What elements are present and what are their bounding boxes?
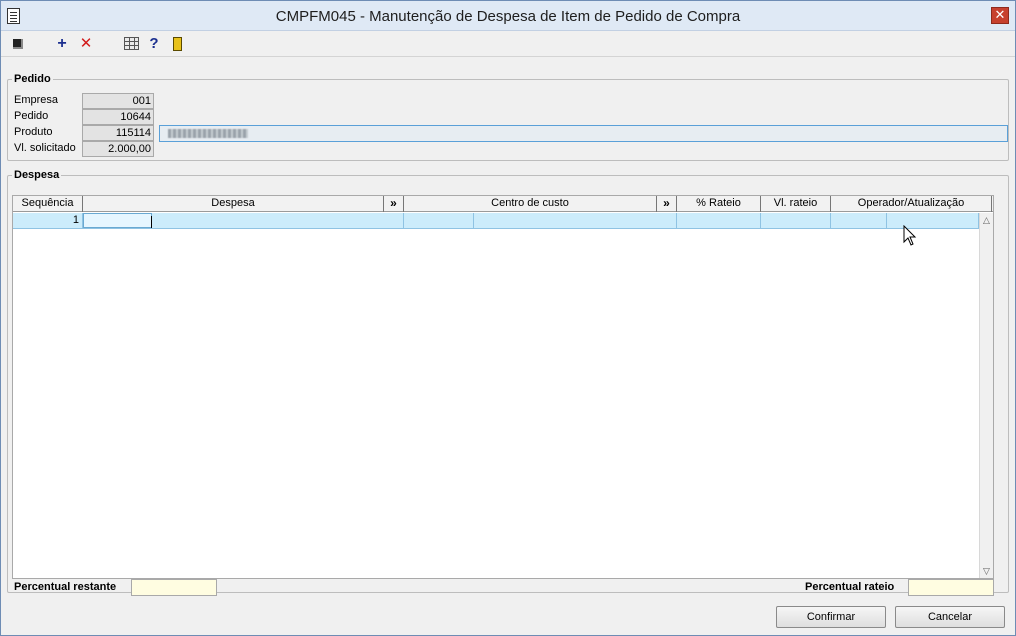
cell-vl-rateio[interactable] (761, 213, 831, 228)
col-operador[interactable]: Operador/Atualização (831, 196, 992, 212)
add-icon[interactable]: + (54, 36, 70, 52)
exit-icon[interactable] (170, 36, 186, 52)
percentual-rateio-field[interactable] (908, 579, 994, 596)
cell-despesa-code-input[interactable] (83, 213, 152, 228)
cell-despesa-desc[interactable] (152, 213, 404, 228)
percentual-restante-label: Percentual restante (14, 581, 117, 593)
produto-description-field (159, 125, 1008, 142)
empresa-label: Empresa (14, 94, 59, 106)
confirm-button[interactable]: Confirmar (776, 606, 886, 628)
close-button[interactable]: ✕ (991, 7, 1009, 24)
despesa-lookup-icon[interactable]: » (384, 196, 404, 212)
mouse-pointer-icon (903, 225, 917, 246)
cell-operador[interactable] (831, 213, 887, 228)
window-title: CMPFM045 - Manutenção de Despesa de Item… (275, 8, 741, 25)
grid-icon[interactable] (123, 36, 139, 52)
percentual-restante-field[interactable] (131, 579, 217, 596)
col-centro-custo[interactable]: Centro de custo (404, 196, 657, 212)
redacted-text (168, 129, 248, 138)
scroll-down-icon[interactable]: ▽ (980, 564, 993, 578)
delete-icon[interactable]: ✕ (78, 36, 94, 52)
title-bar: CMPFM045 - Manutenção de Despesa de Item… (1, 1, 1015, 31)
table-row[interactable]: 1 (13, 213, 993, 229)
cell-sequencia[interactable]: 1 (13, 213, 83, 228)
pedido-field: 10644 (82, 109, 154, 125)
col-sequencia[interactable]: Sequência (13, 196, 83, 212)
cancel-button[interactable]: Cancelar (895, 606, 1005, 628)
despesa-group: Despesa Sequência Despesa » Centro de cu… (7, 169, 1009, 596)
main-window: CMPFM045 - Manutenção de Despesa de Item… (0, 0, 1016, 636)
vl-solicitado-label: Vl. solicitado (14, 142, 76, 154)
col-vl-rateio[interactable]: Vl. rateio (761, 196, 831, 212)
cell-centro-custo-code[interactable] (404, 213, 474, 228)
first-record-icon[interactable] (10, 36, 26, 52)
produto-field: 115114 (82, 125, 154, 141)
despesa-grid[interactable]: Sequência Despesa » Centro de custo » % … (12, 195, 994, 579)
col-despesa[interactable]: Despesa (83, 196, 384, 212)
vl-solicitado-field: 2.000,00 (82, 141, 154, 157)
col-perc-rateio[interactable]: % Rateio (677, 196, 761, 212)
cell-centro-custo-desc[interactable] (474, 213, 677, 228)
cell-perc-rateio[interactable] (677, 213, 761, 228)
despesa-legend: Despesa (14, 169, 60, 181)
scroll-up-icon[interactable]: △ (980, 213, 993, 227)
produto-label: Produto (14, 126, 53, 138)
pedido-group: Pedido Empresa 001 Pedido 10644 Produto … (7, 73, 1009, 161)
pedido-label: Pedido (14, 110, 49, 122)
toolbar: + ✕ ? (1, 32, 1015, 57)
pedido-legend: Pedido (14, 73, 51, 85)
help-icon[interactable]: ? (146, 36, 162, 52)
grid-header: Sequência Despesa » Centro de custo » % … (13, 196, 993, 212)
vertical-scrollbar[interactable]: △ ▽ (979, 213, 993, 578)
empresa-field: 001 (82, 93, 154, 109)
percentual-rateio-label: Percentual rateio (805, 581, 895, 593)
cell-atualizacao[interactable] (887, 213, 979, 228)
centro-custo-lookup-icon[interactable]: » (657, 196, 677, 212)
